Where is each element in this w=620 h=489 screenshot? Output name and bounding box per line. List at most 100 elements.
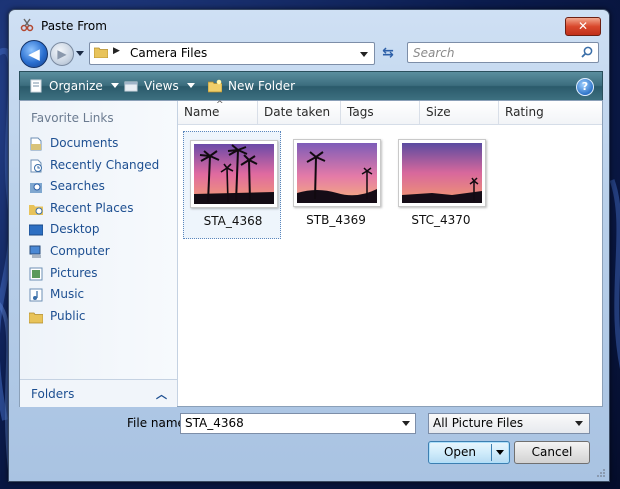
folder-icon [94, 47, 108, 58]
pictures-icon [29, 267, 43, 281]
refresh-button[interactable]: ⇆ [377, 43, 399, 63]
paste-from-dialog: Paste From ✕ ◀ ▶ ▶ Camera Files ⇆ Search [8, 9, 610, 482]
forward-button[interactable]: ▶ [50, 42, 74, 66]
file-name-label: STB_4369 [306, 213, 366, 227]
recent-pages-dropdown[interactable] [76, 51, 84, 56]
split-divider [491, 444, 492, 461]
sidebar-item-label: Public [50, 308, 86, 323]
column-header-date-taken[interactable]: Date taken [258, 101, 341, 124]
views-icon [124, 81, 138, 92]
new-folder-icon [208, 79, 222, 93]
breadcrumb-chevron-icon[interactable]: ▶ [113, 46, 120, 56]
open-label: Open [443, 445, 477, 459]
favorite-links-heading: Favorite Links [31, 111, 114, 125]
searches-icon [30, 183, 42, 194]
address-bar[interactable]: ▶ Camera Files [89, 42, 375, 65]
music-icon [29, 288, 43, 302]
file-browser-pane: Favorite Links Documents Recently Change… [19, 100, 603, 407]
photo-thumbnail [190, 140, 278, 208]
sidebar-item-label: Documents [50, 136, 119, 150]
views-menu-button[interactable]: Views [124, 72, 195, 100]
chevron-down-icon [575, 421, 583, 426]
sidebar-item-desktop[interactable]: Desktop [20, 219, 177, 241]
column-label: Name [184, 105, 220, 119]
open-options-dropdown-icon[interactable] [496, 450, 504, 455]
file-name-field[interactable]: STA_4368 [180, 413, 416, 434]
column-header-name[interactable]: ^ Name [178, 100, 258, 124]
scissors-app-icon [20, 18, 34, 32]
sidebar-item-searches[interactable]: Searches [20, 176, 177, 198]
chevron-down-icon [110, 83, 119, 88]
file-type-value: All Picture Files [433, 416, 524, 430]
column-label: Size [426, 105, 451, 119]
sidebar-item-label: Computer [50, 243, 110, 258]
window-title: Paste From [41, 19, 107, 33]
file-name-value: STA_4368 [185, 416, 244, 430]
search-icon[interactable] [581, 46, 593, 58]
sidebar-item-label: Searches [50, 179, 105, 194]
sidebar-item-label: Pictures [50, 265, 98, 280]
file-name-label: STA_4368 [203, 214, 263, 228]
search-input[interactable]: Search [407, 42, 599, 63]
public-folder-icon [29, 312, 43, 324]
sidebar-item-pictures[interactable]: Pictures [20, 263, 177, 285]
sidebar-item-public[interactable]: Public [20, 306, 177, 328]
sunset-palm-photo-icon [194, 144, 274, 204]
organize-menu-button[interactable]: Organize [29, 72, 119, 100]
file-name-label: STC_4370 [411, 213, 471, 227]
column-label: Date taken [264, 105, 331, 119]
organize-label: Organize [49, 79, 103, 93]
desktop-icon [29, 224, 43, 236]
column-header-rating[interactable]: Rating [499, 101, 602, 124]
file-type-select[interactable]: All Picture Files [428, 413, 590, 434]
command-toolbar: Organize Views New Folder ? [19, 71, 603, 101]
open-button[interactable]: Open [428, 441, 510, 464]
column-header-size[interactable]: Size [420, 101, 499, 124]
resize-grip-icon[interactable] [596, 468, 606, 478]
column-header-tags[interactable]: Tags [341, 101, 420, 124]
sidebar-item-documents[interactable]: Documents [20, 133, 177, 155]
chevron-up-icon[interactable]: ︿ [156, 386, 167, 402]
back-button[interactable]: ◀ [20, 40, 48, 68]
recent-places-icon [29, 204, 43, 215]
recently-changed-icon [30, 159, 42, 173]
sidebar-item-computer[interactable]: Computer [20, 241, 177, 263]
address-history-dropdown[interactable] [360, 52, 368, 57]
dialog-footer: File name: STA_4368 All Picture Files Op… [19, 410, 601, 475]
column-label: Rating [505, 105, 544, 119]
favorite-links-list: Documents Recently Changed Searches Rece… [20, 133, 177, 327]
photo-thumbnail [398, 139, 486, 207]
documents-icon [30, 137, 42, 151]
search-placeholder: Search [413, 46, 455, 60]
navigation-pane: Favorite Links Documents Recently Change… [20, 101, 178, 407]
column-label: Tags [347, 105, 374, 119]
organize-icon [30, 79, 42, 93]
sidebar-item-label: Desktop [50, 222, 100, 237]
folders-toggle[interactable]: Folders ︿ [20, 379, 177, 407]
sidebar-item-music[interactable]: Music [20, 284, 177, 306]
close-button[interactable]: ✕ [565, 17, 601, 36]
file-item-selected[interactable]: STA_4368 [183, 131, 281, 239]
sidebar-item-label: Music [50, 287, 85, 302]
views-label: Views [144, 79, 179, 93]
sort-ascending-icon: ^ [216, 100, 224, 110]
sidebar-item-label: Recently Changed [50, 157, 160, 172]
photo-thumbnail [293, 139, 381, 207]
computer-icon [29, 245, 41, 258]
sidebar-item-recent-places[interactable]: Recent Places [20, 198, 177, 220]
sunset-photo-icon [402, 143, 482, 203]
help-icon[interactable]: ? [576, 78, 594, 96]
file-item[interactable]: STC_4370 [392, 131, 490, 239]
new-folder-label: New Folder [228, 79, 296, 93]
cancel-button[interactable]: Cancel [514, 441, 590, 464]
sidebar-item-label: Recent Places [50, 200, 134, 215]
file-item[interactable]: STB_4369 [287, 131, 385, 239]
sidebar-item-recently-changed[interactable]: Recently Changed [20, 155, 177, 177]
folders-label: Folders [31, 387, 75, 401]
breadcrumb-segment[interactable]: Camera Files [130, 46, 207, 60]
sunset-photo-icon [297, 143, 377, 203]
chevron-down-icon[interactable] [402, 421, 410, 426]
title-bar: Paste From ✕ [9, 10, 609, 40]
file-thumbnails: STA_4368 STB_4369 STC_4370 [178, 125, 602, 406]
column-header-row: ^ Name Date taken Tags Size Rating [178, 100, 602, 125]
